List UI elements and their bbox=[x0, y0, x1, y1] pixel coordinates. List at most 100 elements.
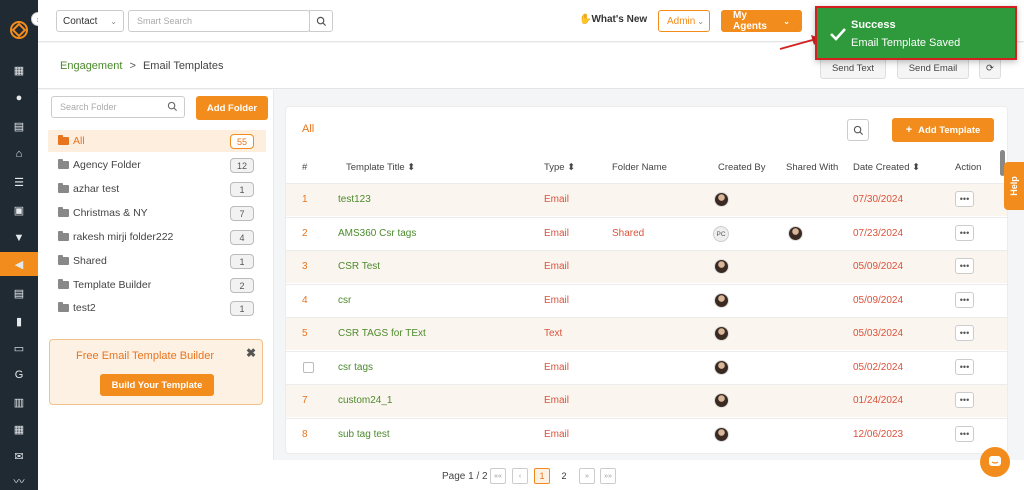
table-row[interactable]: csr tags Email 05/02/2024 ••• bbox=[286, 351, 1007, 384]
column-header-type[interactable]: Type ⬍ bbox=[544, 162, 575, 173]
table-row[interactable]: 5 CSR TAGS for TExt Text 05/03/2024 ••• bbox=[286, 317, 1007, 350]
more-actions-button[interactable]: ••• bbox=[955, 325, 974, 341]
template-type: Email bbox=[544, 295, 570, 306]
folder-item-christmas-ny[interactable]: Christmas & NY 7 bbox=[48, 202, 266, 224]
contacts-icon[interactable]: ● bbox=[12, 91, 26, 105]
folder-count-badge: 1 bbox=[230, 254, 254, 269]
template-type: Email bbox=[544, 429, 570, 440]
shared-with-avatar bbox=[788, 226, 803, 241]
mail-icon[interactable]: ✉ bbox=[12, 449, 26, 463]
contact-card-icon[interactable]: ▣ bbox=[12, 203, 26, 217]
promo-title: Free Email Template Builder bbox=[76, 350, 214, 362]
column-header-date-created[interactable]: Date Created ⬍ bbox=[853, 162, 920, 173]
template-search-button[interactable] bbox=[847, 119, 869, 141]
row-number: 7 bbox=[302, 395, 308, 406]
next-page-button[interactable]: » bbox=[579, 468, 595, 484]
folder-panel: Search Folder Add Folder All 55 Agency F… bbox=[38, 90, 274, 460]
table-row[interactable]: 8 sub tag test Email 12/06/2023 ••• bbox=[286, 418, 1007, 451]
table-row[interactable]: 3 CSR Test Email 05/09/2024 ••• bbox=[286, 250, 1007, 283]
calendar-icon[interactable]: ▦ bbox=[12, 422, 26, 436]
close-icon[interactable]: ✖ bbox=[246, 346, 256, 360]
institution-icon[interactable]: ⌂ bbox=[12, 147, 26, 161]
more-actions-button[interactable]: ••• bbox=[955, 292, 974, 308]
folder-item-azhar-test[interactable]: azhar test 1 bbox=[48, 178, 266, 200]
more-actions-button[interactable]: ••• bbox=[955, 225, 974, 241]
folder-item-shared[interactable]: Shared 1 bbox=[48, 250, 266, 272]
notes-icon[interactable]: ▤ bbox=[12, 286, 26, 300]
folder-open-icon[interactable]: ▭ bbox=[12, 341, 26, 355]
column-header-template-title[interactable]: Template Title ⬍ bbox=[346, 162, 415, 173]
creator-avatar bbox=[714, 259, 729, 274]
search-button[interactable] bbox=[309, 10, 333, 32]
refresh-button[interactable]: ⟳ bbox=[979, 57, 1001, 79]
folder-count-badge: 7 bbox=[230, 206, 254, 221]
more-actions-button[interactable]: ••• bbox=[955, 258, 974, 274]
more-actions-button[interactable]: ••• bbox=[955, 191, 974, 207]
folder-name: Shared bbox=[73, 255, 107, 267]
more-actions-button[interactable]: ••• bbox=[955, 359, 974, 375]
my-agents-button[interactable]: My Agents ⌄ bbox=[721, 10, 802, 32]
row-checkbox[interactable] bbox=[303, 362, 314, 373]
send-email-button[interactable]: Send Email bbox=[897, 57, 969, 79]
template-title-link[interactable]: CSR Test bbox=[338, 261, 380, 272]
folder-item-template-builder[interactable]: Template Builder 2 bbox=[48, 274, 266, 296]
help-tab[interactable]: Help bbox=[1004, 162, 1024, 210]
add-template-button[interactable]: + Add Template bbox=[892, 118, 994, 142]
send-text-button[interactable]: Send Text bbox=[820, 57, 886, 79]
more-actions-button[interactable]: ••• bbox=[955, 426, 974, 442]
more-actions-button[interactable]: ••• bbox=[955, 392, 974, 408]
first-page-button[interactable]: «« bbox=[490, 468, 506, 484]
template-type: Text bbox=[544, 328, 563, 339]
template-title-link[interactable]: test123 bbox=[338, 194, 371, 205]
template-title-link[interactable]: csr bbox=[338, 295, 351, 306]
documents-icon[interactable]: ▤ bbox=[12, 119, 26, 133]
table-row[interactable]: 1 test123 Email 07/30/2024 ••• bbox=[286, 183, 1007, 216]
templates-panel: All + Add Template # Template Title ⬍ Ty… bbox=[285, 106, 1008, 454]
spreadsheet-icon[interactable]: ▥ bbox=[12, 395, 26, 409]
reports-chart-icon[interactable]: ▮ bbox=[12, 314, 26, 328]
folder-item-test2[interactable]: test2 1 bbox=[48, 297, 266, 319]
template-title-link[interactable]: custom24_1 bbox=[338, 395, 392, 406]
dashboard-icon[interactable]: ▦ bbox=[12, 63, 26, 77]
add-folder-button[interactable]: Add Folder bbox=[196, 96, 268, 120]
chevron-down-icon: ⌄ bbox=[697, 16, 704, 26]
brand-logo-icon[interactable] bbox=[9, 20, 29, 40]
folder-item-all[interactable]: All 55 bbox=[48, 130, 266, 152]
table-row[interactable]: 4 csr Email 05/09/2024 ••• bbox=[286, 284, 1007, 317]
chat-launcher-button[interactable] bbox=[980, 447, 1010, 477]
search-icon bbox=[167, 101, 178, 112]
admin-select[interactable]: Admin ⌄ bbox=[658, 10, 710, 32]
template-title-link[interactable]: AMS360 Csr tags bbox=[338, 228, 416, 239]
whats-new-link[interactable]: ✋What's New bbox=[579, 14, 647, 25]
folder-item-agency-folder[interactable]: Agency Folder 12 bbox=[48, 154, 266, 176]
funnel-icon[interactable]: ▼ bbox=[12, 231, 26, 245]
template-title-link[interactable]: csr tags bbox=[338, 362, 373, 373]
folder-search-placeholder: Search Folder bbox=[60, 102, 117, 112]
creator-initials-avatar: PC bbox=[713, 226, 729, 242]
page-2-button[interactable]: 2 bbox=[556, 468, 572, 484]
template-title-link[interactable]: CSR TAGS for TExt bbox=[338, 328, 426, 339]
breadcrumb-engagement-link[interactable]: Engagement bbox=[60, 60, 122, 72]
success-toast[interactable]: Success Email Template Saved bbox=[815, 6, 1017, 60]
column-header-action: Action bbox=[955, 162, 982, 173]
google-icon[interactable]: G bbox=[12, 368, 26, 382]
table-row[interactable]: 2 AMS360 Csr tags Email Shared PC 07/23/… bbox=[286, 217, 1007, 250]
whats-new-label: What's New bbox=[591, 14, 648, 25]
table-row[interactable]: 7 custom24_1 Email 01/24/2024 ••• bbox=[286, 384, 1007, 417]
template-title-link[interactable]: sub tag test bbox=[338, 429, 390, 440]
last-page-button[interactable]: »» bbox=[600, 468, 616, 484]
folder-item-rakesh-mirji-folder222[interactable]: rakesh mirji folder222 4 bbox=[48, 226, 266, 248]
folder-name: rakesh mirji folder222 bbox=[73, 231, 174, 243]
previous-page-button[interactable]: ‹ bbox=[512, 468, 528, 484]
folder-search-input[interactable]: Search Folder bbox=[51, 96, 185, 118]
page-1-button[interactable]: 1 bbox=[534, 468, 550, 484]
folder-count-badge: 4 bbox=[230, 230, 254, 245]
smart-search-input[interactable]: Smart Search bbox=[128, 10, 310, 32]
context-select[interactable]: Contact ⌄ bbox=[56, 10, 124, 32]
signature-icon[interactable]: 〰 bbox=[12, 474, 26, 488]
folder-name: Christmas & NY bbox=[73, 207, 148, 219]
build-template-button[interactable]: Build Your Template bbox=[100, 374, 214, 396]
list-icon[interactable]: ☰ bbox=[12, 175, 26, 189]
folder-name: test2 bbox=[73, 302, 96, 314]
engagement-megaphone-icon[interactable]: ◀ bbox=[0, 252, 38, 276]
